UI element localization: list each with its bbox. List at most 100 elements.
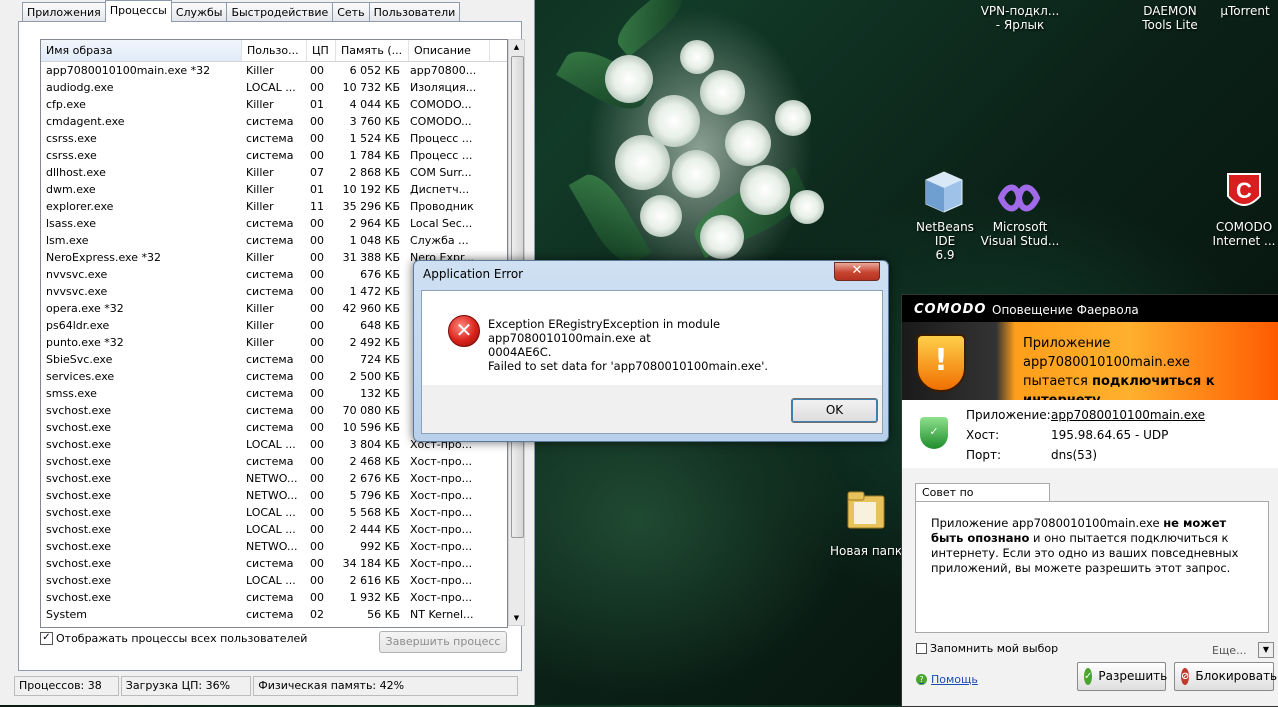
- checkbox-checked-icon[interactable]: ✓: [40, 632, 53, 645]
- table-row[interactable]: svchost.exe система 00 34 184 КБ Хост-про...: [41, 555, 507, 572]
- comodo-shortcut[interactable]: COMODO Internet ...: [1210, 220, 1278, 248]
- column-user[interactable]: Пользо...: [242, 40, 307, 61]
- table-row[interactable]: lsm.exe система 00 1 048 КБ Служба ...: [41, 232, 507, 249]
- comodo-desktop-icon[interactable]: C: [1224, 170, 1264, 214]
- cell-user: система: [246, 455, 294, 468]
- table-row[interactable]: csrss.exe система 00 1 784 КБ Процесс ...: [41, 147, 507, 164]
- cell-image-name: NeroExpress.exe *32: [46, 251, 161, 264]
- tab-services[interactable]: Службы: [170, 2, 228, 22]
- scroll-down-icon[interactable]: ▼: [509, 611, 524, 625]
- vpn-shortcut[interactable]: VPN-подкл... - Ярлык: [980, 4, 1060, 32]
- column-cpu[interactable]: ЦП: [307, 40, 336, 61]
- cell-cpu: 00: [310, 557, 324, 570]
- cell-memory: 2 444 КБ: [349, 523, 400, 536]
- cell-memory: 42 960 КБ: [342, 302, 400, 315]
- cell-description: Хост-про...: [410, 472, 473, 485]
- column-image-name[interactable]: Имя образа: [41, 40, 242, 61]
- column-description[interactable]: Описание: [409, 40, 490, 61]
- ok-button[interactable]: OK: [791, 398, 878, 423]
- table-row[interactable]: svchost.exe NETWO... 00 2 676 КБ Хост-про...: [41, 470, 507, 487]
- tab-applications[interactable]: Приложения: [22, 2, 106, 22]
- visual-studio-shortcut[interactable]: Microsoft Visual Stud...: [980, 220, 1060, 248]
- cell-cpu: 00: [310, 489, 324, 502]
- table-row[interactable]: app7080010100main.exe *32 Killer 00 6 052 К…: [41, 62, 507, 79]
- block-button[interactable]: ⊘ Блокировать: [1174, 662, 1277, 691]
- utorrent-shortcut[interactable]: µTorrent: [1215, 4, 1275, 18]
- tab-users[interactable]: Пользователи: [368, 2, 461, 22]
- banner-line-2: пытается подключиться к: [1023, 372, 1273, 391]
- dialog-message-area: ✕ Exception ERegistryException in module…: [422, 291, 882, 385]
- connection-info: ✓ Приложение: app7080010100main.exe Хост…: [902, 400, 1278, 468]
- comodo-label-2: Internet ...: [1212, 234, 1276, 248]
- folder-label: Новая папка: [830, 544, 902, 558]
- help-link[interactable]: ? Помощь: [916, 673, 978, 686]
- help-label: Помощь: [931, 673, 978, 686]
- remember-choice[interactable]: Запомнить мой выбор: [916, 642, 1058, 655]
- show-all-processes[interactable]: ✓ Отображать процессы всех пользователей: [40, 632, 307, 645]
- cell-user: система: [246, 387, 294, 400]
- table-row[interactable]: svchost.exe LOCAL ... 00 2 444 КБ Хост-про..…: [41, 521, 507, 538]
- allow-check-icon: ✓: [1084, 668, 1093, 685]
- cell-user: система: [246, 234, 294, 247]
- cell-memory: 1 784 КБ: [349, 149, 400, 162]
- close-icon[interactable]: ✕: [834, 262, 880, 281]
- cell-image-name: audiodg.exe: [46, 81, 114, 94]
- cell-user: Killer: [246, 200, 274, 213]
- netbeans-shortcut[interactable]: NetBeans IDE 6.9: [905, 220, 985, 262]
- cell-cpu: 00: [310, 319, 324, 332]
- cell-memory: 2 616 КБ: [349, 574, 400, 587]
- table-row[interactable]: svchost.exe система 00 2 468 КБ Хост-про...: [41, 453, 507, 470]
- error-line-3: Failed to set data for 'app7080010100mai…: [488, 359, 769, 373]
- remember-checkbox[interactable]: [916, 643, 927, 654]
- table-row[interactable]: explorer.exe Killer 11 35 296 КБ Проводник: [41, 198, 507, 215]
- tab-processes[interactable]: Процессы: [104, 0, 172, 22]
- tab-network[interactable]: Сеть: [332, 2, 370, 22]
- more-options[interactable]: Еще...: [1212, 644, 1247, 657]
- cell-cpu: 01: [310, 183, 324, 196]
- table-row[interactable]: svchost.exe LOCAL ... 00 2 616 КБ Хост-про..…: [41, 572, 507, 589]
- cell-memory: 1 932 КБ: [349, 591, 400, 604]
- table-row[interactable]: cfp.exe Killer 01 4 044 КБ COMODO...: [41, 96, 507, 113]
- table-row[interactable]: lsass.exe система 00 2 964 КБ Local Sec...: [41, 215, 507, 232]
- table-row[interactable]: System система 02 56 КБ NT Kernel...: [41, 606, 507, 623]
- cell-memory: 6 052 КБ: [349, 64, 400, 77]
- table-row[interactable]: dwm.exe Killer 01 10 192 КБ Диспетч...: [41, 181, 507, 198]
- cell-description: Хост-про...: [410, 557, 473, 570]
- table-row[interactable]: svchost.exe система 00 1 932 КБ Хост-про...: [41, 589, 507, 606]
- tab-security-advice[interactable]: Совет по безопасности: [915, 483, 1050, 517]
- cell-cpu: 00: [310, 268, 324, 281]
- cell-image-name: services.exe: [46, 370, 115, 383]
- table-row[interactable]: svchost.exe NETWO... 00 992 КБ Хост-про...: [41, 538, 507, 555]
- allow-button[interactable]: ✓ Разрешить: [1077, 662, 1167, 691]
- comodo-titlebar: COMODO Оповещение Фаервола: [902, 295, 1278, 322]
- tab-performance[interactable]: Быстродействие: [226, 2, 334, 22]
- cell-user: LOCAL ...: [246, 506, 296, 519]
- scroll-up-icon[interactable]: ▲: [509, 40, 524, 54]
- cell-description: Хост-про...: [410, 574, 473, 587]
- cell-image-name: svchost.exe: [46, 438, 112, 451]
- end-process-button[interactable]: Завершить процесс: [379, 631, 507, 653]
- folder-icon[interactable]: [846, 488, 886, 532]
- new-folder-shortcut[interactable]: Новая папка: [830, 544, 902, 558]
- comodo-banner: ! Приложение app7080010100main.exe пытае…: [902, 322, 1278, 408]
- column-memory[interactable]: Память (...: [336, 40, 409, 61]
- cell-memory: 2 676 КБ: [349, 472, 400, 485]
- table-row[interactable]: cmdagent.exe система 00 3 760 КБ COMODO...: [41, 113, 507, 130]
- cell-user: система: [246, 285, 294, 298]
- app-value[interactable]: app7080010100main.exe: [1051, 408, 1205, 422]
- cell-memory: 31 388 КБ: [342, 251, 400, 264]
- visual-studio-icon[interactable]: [995, 180, 1043, 216]
- table-row[interactable]: dllhost.exe Killer 07 2 868 КБ COM Surr...: [41, 164, 507, 181]
- table-row[interactable]: svchost.exe NETWO... 00 5 796 КБ Хост-про...: [41, 487, 507, 504]
- status-memory: Физическая память: 42%: [253, 676, 519, 696]
- cell-user: NETWO...: [246, 472, 298, 485]
- cell-memory: 992 КБ: [360, 540, 400, 553]
- security-advice-box: Приложение app7080010100main.exe не може…: [915, 501, 1269, 633]
- netbeans-icon[interactable]: [918, 170, 970, 214]
- table-row[interactable]: svchost.exe LOCAL ... 00 5 568 КБ Хост-про..…: [41, 504, 507, 521]
- cell-description: Служба ...: [410, 234, 469, 247]
- chevron-down-icon[interactable]: ▼: [1258, 642, 1274, 658]
- daemon-tools-shortcut[interactable]: DAEMON Tools Lite: [1130, 4, 1210, 32]
- table-row[interactable]: csrss.exe система 00 1 524 КБ Процесс ...: [41, 130, 507, 147]
- table-row[interactable]: audiodg.exe LOCAL ... 00 10 732 КБ Изоляция.…: [41, 79, 507, 96]
